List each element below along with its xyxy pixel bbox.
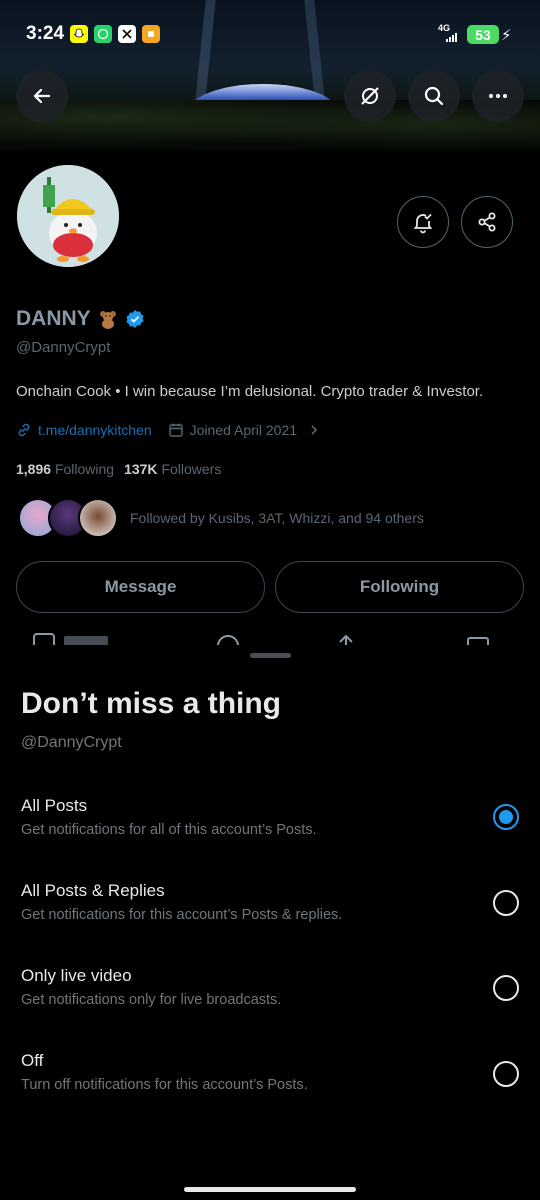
option-off[interactable]: Off Turn off notifications for this acco… [0, 1051, 540, 1121]
sheet-title: Don’t miss a thing [21, 687, 282, 720]
share-icon [478, 212, 496, 232]
message-button[interactable]: Message [16, 561, 265, 613]
search-icon [424, 86, 444, 106]
option-title: Only live video [21, 966, 132, 985]
profile-meta: t.me/dannykitchen Joined April 2021 [16, 422, 321, 438]
status-time: 3:24 [26, 23, 65, 44]
follower-avatar [78, 498, 118, 538]
option-all-posts-replies[interactable]: All Posts & Replies Get notifications fo… [0, 881, 540, 951]
home-indicator[interactable] [184, 1187, 356, 1192]
charging-icon: ⚡ [501, 27, 512, 44]
followed-by-text: Followed by Kusibs, 3AT, Whizzi, and 94 … [130, 510, 424, 526]
status-bar: 3:24 4G 53 ⚡ [0, 0, 540, 70]
profile-bio: Onchain Cook • I win because I’m delusio… [16, 383, 484, 400]
sheet-handle: @DannyCrypt [21, 734, 122, 751]
more-button[interactable] [472, 70, 524, 122]
radio-button[interactable] [493, 975, 519, 1001]
option-title: Off [21, 1051, 44, 1070]
radio-button[interactable] [493, 890, 519, 916]
battery-indicator: 53 [467, 25, 499, 44]
option-description: Turn off notifications for this account’… [21, 1077, 308, 1093]
avatar[interactable] [14, 162, 122, 270]
arrow-left-icon [33, 88, 51, 104]
link-icon [18, 423, 30, 437]
grok-button[interactable] [344, 70, 396, 122]
following-stat[interactable]: 1,896 Following [16, 461, 114, 477]
option-description: Get notifications for all of this accoun… [21, 822, 317, 838]
notification-icons [70, 25, 160, 43]
sheet-grabber[interactable] [250, 653, 291, 658]
network-indicator: 4G [438, 24, 460, 44]
teddy-bear-icon [99, 311, 116, 329]
profile-name-row: DANNY [16, 307, 145, 331]
joined-date: Joined April 2021 [189, 422, 298, 438]
search-button[interactable] [408, 70, 460, 122]
option-title: All Posts [21, 796, 88, 815]
followed-by-row[interactable]: Followed by Kusibs, 3AT, Whizzi, and 94 … [18, 498, 424, 538]
penguin-avatar-image [17, 165, 119, 267]
whatsapp-icon [94, 25, 112, 43]
chevron-right-icon[interactable] [307, 423, 321, 437]
option-only-live-video[interactable]: Only live video Get notifications only f… [0, 966, 540, 1036]
option-description: Get notifications for this account’s Pos… [21, 907, 343, 923]
radio-button[interactable] [493, 1061, 519, 1087]
option-title: All Posts & Replies [21, 881, 165, 900]
followers-stat[interactable]: 137K Followers [124, 461, 221, 477]
back-button[interactable] [16, 70, 68, 122]
profile-name: DANNY [16, 307, 91, 330]
signal-icon [446, 33, 457, 42]
grok-icon [361, 87, 379, 105]
app-icon [142, 25, 160, 43]
x-icon [118, 25, 136, 43]
profile-link[interactable]: t.me/dannykitchen [38, 422, 152, 438]
option-description: Get notifications only for live broadcas… [21, 992, 282, 1008]
option-all-posts[interactable]: All Posts Get notifications for all of t… [0, 796, 540, 866]
verified-badge-icon [126, 310, 144, 328]
bell-check-icon [413, 213, 433, 234]
profile-stats: 1,896 Following 137K Followers [16, 461, 221, 477]
share-button[interactable] [461, 196, 513, 248]
radio-button-selected[interactable] [493, 804, 519, 830]
calendar-icon [168, 423, 183, 437]
more-icon [489, 94, 507, 98]
following-button[interactable]: Following [275, 561, 524, 613]
notification-settings-sheet: Don’t miss a thing @DannyCrypt All Posts… [0, 645, 540, 1200]
profile-handle: @DannyCrypt [16, 339, 111, 356]
notifications-button[interactable] [397, 196, 449, 248]
snapchat-icon [70, 25, 88, 43]
